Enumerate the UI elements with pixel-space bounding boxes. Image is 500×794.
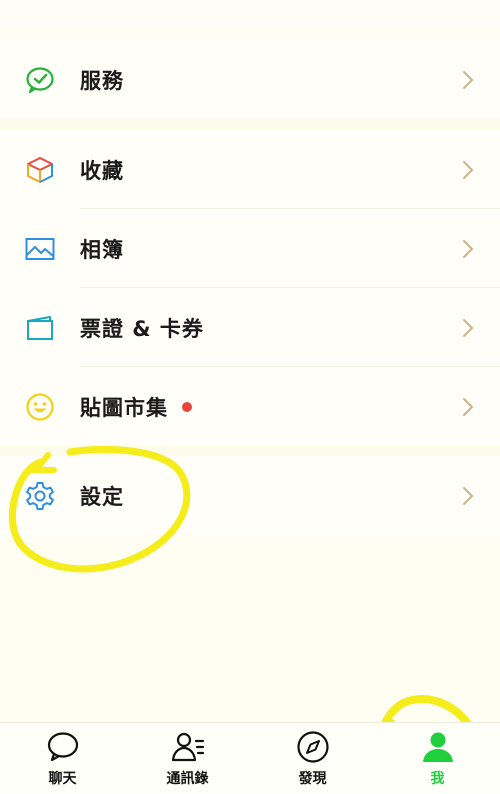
card-icon: [24, 312, 56, 344]
person-icon: [422, 732, 453, 762]
menu-item-service-label: 服務: [80, 68, 124, 93]
menu-item-favorites[interactable]: 收藏: [0, 130, 500, 209]
smiley-icon: [24, 391, 56, 423]
menu-item-favorites-label: 收藏: [80, 158, 124, 183]
tab-chats[interactable]: 聊天: [13, 729, 113, 788]
top-spacer: [0, 0, 500, 28]
cube-icon: [24, 154, 56, 186]
menu-item-service[interactable]: 服務: [0, 40, 500, 119]
chevron-right-icon: [463, 160, 474, 179]
gear-icon: [24, 480, 56, 512]
chevron-right-icon: [463, 397, 474, 416]
chevron-right-icon: [463, 239, 474, 258]
chevron-right-icon: [463, 486, 474, 505]
menu-item-sticker-market-label: 貼圖市集: [80, 392, 192, 422]
menu-group-main: 收藏 相簿 票證 & 卡券 貼圖市集: [0, 130, 500, 446]
section-gap: [0, 446, 500, 456]
menu-item-settings[interactable]: 設定: [0, 456, 500, 535]
image-icon: [24, 233, 56, 265]
menu-item-settings-label: 設定: [80, 484, 124, 509]
menu-group-settings: 設定: [0, 456, 500, 535]
menu-group-service: 服務: [0, 40, 500, 119]
menu-item-tickets-label: 票證 & 卡券: [80, 316, 204, 341]
service-check-bubble-icon: [24, 64, 56, 96]
menu-item-album[interactable]: 相簿: [0, 209, 500, 288]
menu-item-album-label: 相簿: [80, 237, 124, 262]
section-gap: [0, 119, 500, 130]
chevron-right-icon: [463, 318, 474, 337]
tab-discover[interactable]: 發現: [263, 729, 363, 788]
tab-me-label: 我: [430, 771, 445, 787]
menu-item-sticker-market[interactable]: 貼圖市集: [0, 367, 500, 446]
sticker-market-text: 貼圖市集: [80, 395, 168, 420]
tab-me[interactable]: 我: [388, 729, 488, 788]
chevron-right-icon: [463, 70, 474, 89]
new-badge-dot: [182, 401, 192, 412]
chat-bubble-icon: [47, 732, 78, 762]
tab-chats-label: 聊天: [48, 771, 77, 787]
compass-icon: [296, 731, 329, 763]
contacts-icon: [171, 732, 204, 762]
tab-contacts[interactable]: 通訊錄: [138, 729, 238, 788]
menu-item-tickets[interactable]: 票證 & 卡券: [0, 288, 500, 367]
bottom-tab-bar: 聊天 通訊錄 發現 我: [0, 722, 500, 794]
tab-contacts-label: 通訊錄: [166, 771, 209, 787]
tab-discover-label: 發現: [298, 771, 327, 787]
